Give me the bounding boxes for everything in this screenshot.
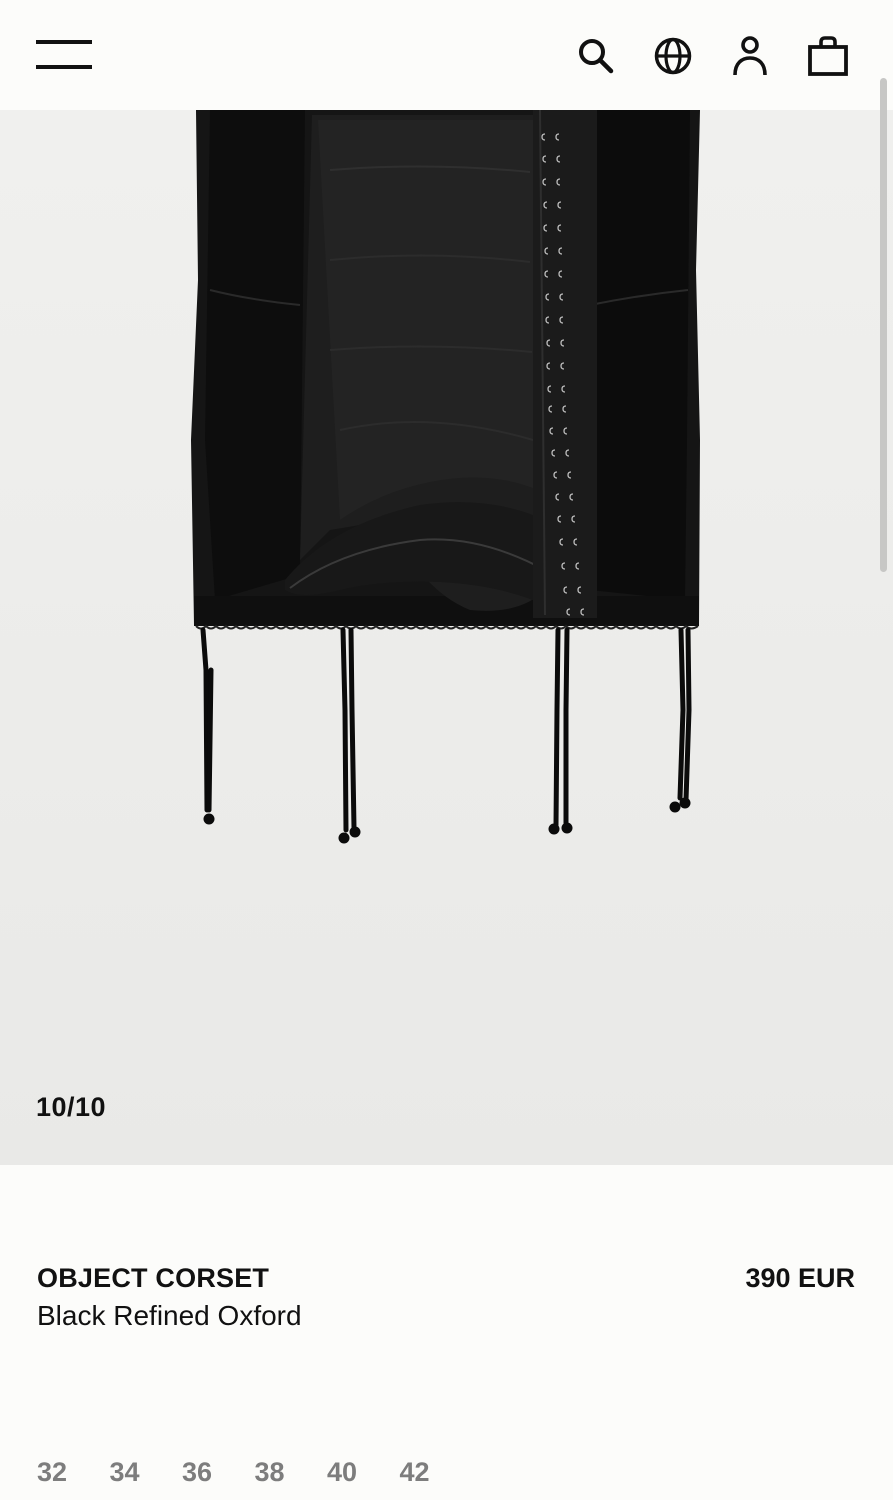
product-info: OBJECT CORSET Black Refined Oxford 390 E…	[0, 1165, 893, 1500]
size-option[interactable]: 40	[327, 1457, 400, 1488]
size-option[interactable]: 36	[182, 1457, 255, 1488]
size-option[interactable]: 34	[110, 1457, 183, 1488]
product-image	[191, 110, 700, 844]
size-selector: 32 34 36 38 40 42	[37, 1457, 472, 1488]
globe-icon[interactable]	[650, 33, 696, 79]
search-icon[interactable]	[573, 33, 619, 79]
product-subtitle: Black Refined Oxford	[37, 1300, 302, 1331]
bag-icon[interactable]	[805, 33, 851, 79]
size-option[interactable]: 42	[400, 1457, 473, 1488]
size-option[interactable]: 38	[255, 1457, 328, 1488]
image-counter: 10/10	[36, 1092, 107, 1122]
menu-icon[interactable]	[36, 38, 92, 72]
scrollbar[interactable]	[880, 78, 887, 572]
menu-line	[36, 40, 92, 44]
product-title: OBJECT CORSET	[37, 1263, 270, 1293]
product-price: 390 EUR	[745, 1263, 855, 1293]
size-option[interactable]: 32	[37, 1457, 110, 1488]
account-icon[interactable]	[727, 33, 773, 79]
site-header	[0, 0, 893, 110]
menu-line	[36, 65, 92, 69]
product-gallery[interactable]: 10/10	[0, 110, 893, 1165]
